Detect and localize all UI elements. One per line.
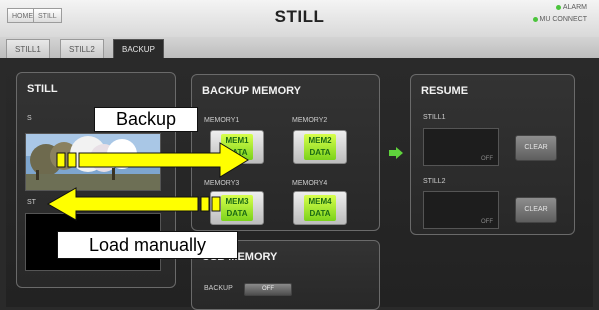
backup-callout: Backup xyxy=(94,107,198,132)
annotation-arrows xyxy=(46,142,249,221)
backup-arrow xyxy=(56,142,249,178)
load-manually-callout: Load manually xyxy=(57,231,238,259)
load-arrow xyxy=(46,187,221,221)
